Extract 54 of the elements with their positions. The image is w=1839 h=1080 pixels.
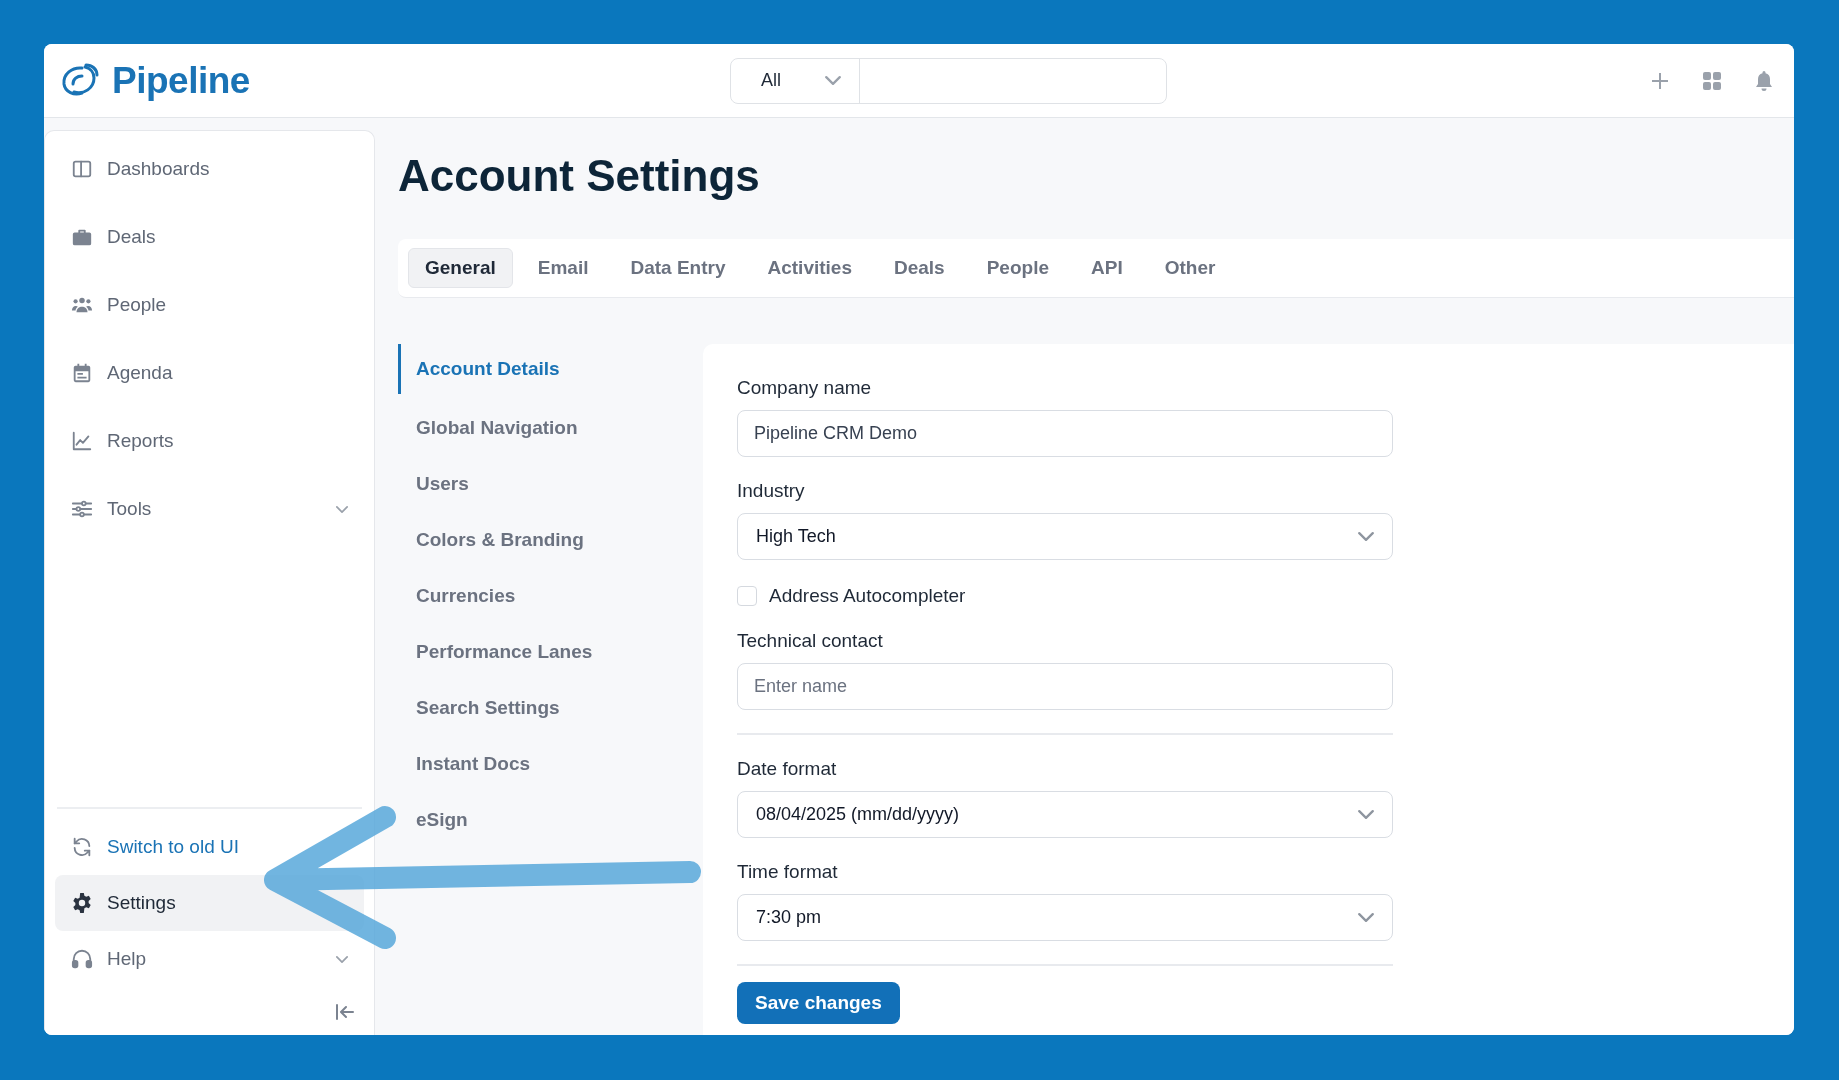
line-chart-icon xyxy=(71,430,93,452)
field-label: Date format xyxy=(737,757,837,781)
select-field[interactable]: 7:30 pm xyxy=(737,894,1393,941)
sliders-icon xyxy=(71,498,93,520)
page-title: Account Settings xyxy=(398,150,761,202)
switch-ui-link[interactable]: Switch to old UI xyxy=(55,819,364,875)
select-field[interactable]: 08/04/2025 (mm/dd/yyyy) xyxy=(737,791,1393,838)
collapse-sidebar-icon[interactable] xyxy=(334,1001,356,1023)
chevron-down-icon xyxy=(1358,532,1374,541)
settings-nav-item[interactable]: eSign xyxy=(398,792,483,848)
sidebar-item[interactable]: People xyxy=(55,271,364,339)
settings-nav-item[interactable]: Currencies xyxy=(398,568,531,624)
settings-tab[interactable]: Deals xyxy=(877,248,962,288)
sidebar-item[interactable]: Reports xyxy=(55,407,364,475)
settings-nav-item[interactable]: Account Details xyxy=(398,344,575,394)
checkbox[interactable] xyxy=(737,586,757,606)
apps-grid-icon[interactable] xyxy=(1702,70,1722,91)
sidebar-item[interactable]: Agenda xyxy=(55,339,364,407)
headphones-icon xyxy=(71,948,93,970)
field-label: Technical contact xyxy=(737,629,883,653)
sidebar-item[interactable]: Dashboards xyxy=(55,135,364,203)
settings-tab[interactable]: Email xyxy=(520,248,606,288)
select-field[interactable]: High Tech xyxy=(737,513,1393,560)
text-field[interactable]: Pipeline CRM Demo xyxy=(737,410,1393,457)
settings-nav-item[interactable]: Search Settings xyxy=(398,680,575,736)
calendar-icon xyxy=(71,362,93,384)
field-label: Industry xyxy=(737,479,805,503)
chevron-down-icon xyxy=(1358,913,1374,922)
plus-icon[interactable] xyxy=(1650,70,1670,91)
settings-tab[interactable]: Activities xyxy=(750,248,869,288)
save-button[interactable]: Save changes xyxy=(737,982,900,1024)
settings-tab[interactable]: API xyxy=(1074,248,1140,288)
settings-nav-item[interactable]: Instant Docs xyxy=(398,736,546,792)
field-label: Time format xyxy=(737,860,838,884)
dashboard-icon xyxy=(71,158,93,180)
settings-tab[interactable]: Other xyxy=(1147,248,1233,288)
settings-nav-item[interactable]: Performance Lanes xyxy=(398,624,608,680)
settings-tab[interactable]: Data Entry xyxy=(613,248,743,288)
settings-nav-item[interactable]: Users xyxy=(398,456,484,512)
settings-nav-item[interactable]: Colors & Branding xyxy=(398,512,599,568)
chevron-down-icon xyxy=(1358,810,1374,819)
settings-icon xyxy=(71,892,93,914)
sidebar-item[interactable]: Help xyxy=(55,931,364,987)
refresh-icon xyxy=(71,836,93,858)
settings-tab[interactable]: General xyxy=(408,248,513,288)
field-label: Company name xyxy=(737,376,872,400)
checkbox-label: Address Autocompleter xyxy=(769,585,966,607)
text-field[interactable]: Enter name xyxy=(737,663,1393,710)
sidebar-item[interactable]: Tools xyxy=(55,475,364,543)
brand-name[interactable]: Pipeline xyxy=(112,59,250,102)
settings-nav-item[interactable]: Global Navigation xyxy=(398,400,593,456)
bell-icon[interactable] xyxy=(1754,69,1774,92)
sidebar-item[interactable]: Deals xyxy=(55,203,364,271)
settings-tab[interactable]: People xyxy=(969,248,1066,288)
